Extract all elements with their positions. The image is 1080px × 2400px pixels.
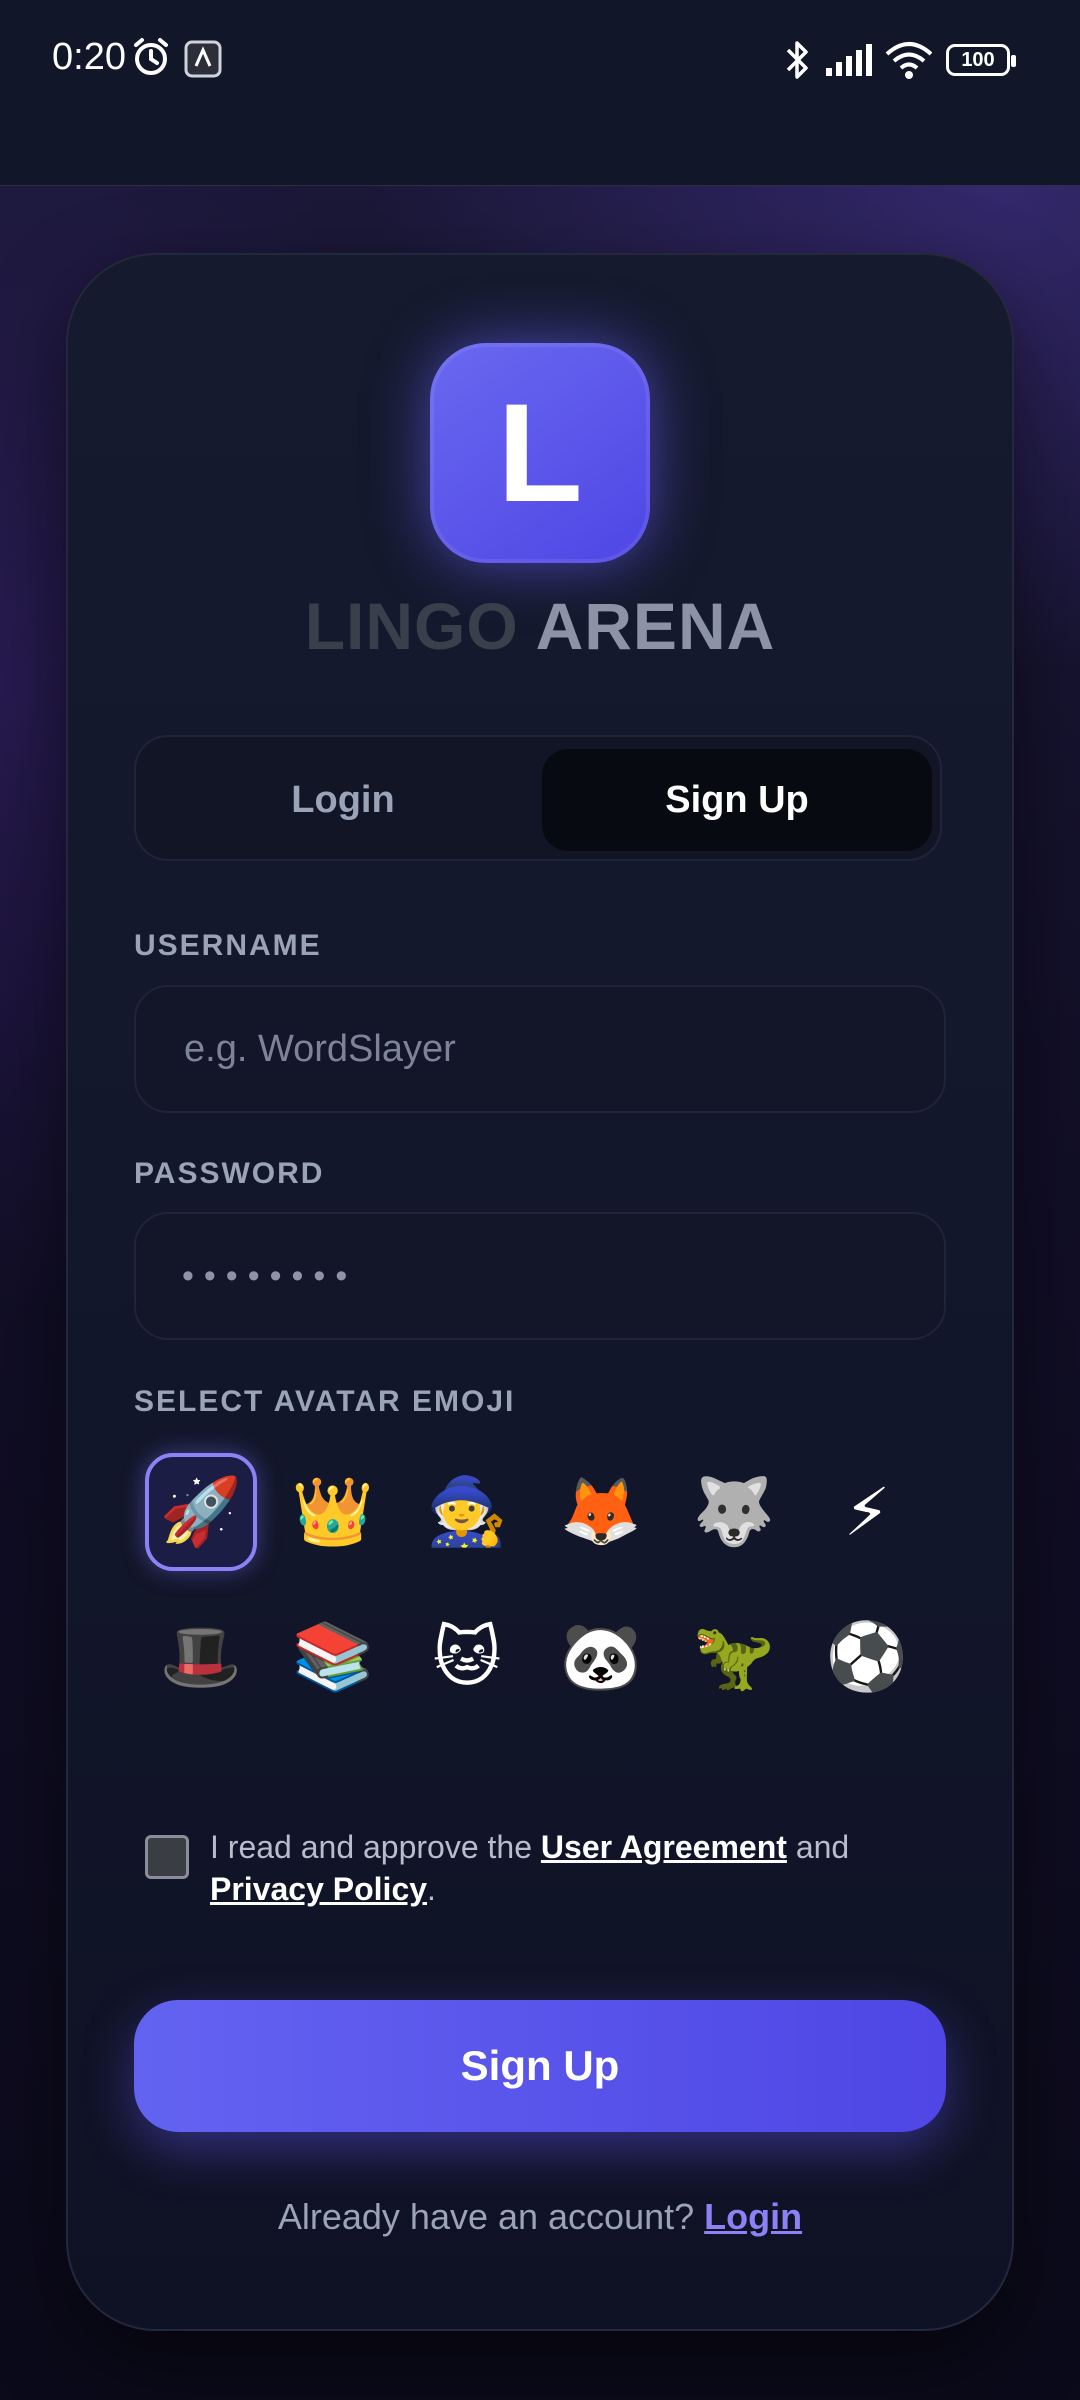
wifi-icon — [885, 42, 933, 79]
avatar-option-cat[interactable]: 🐱 — [411, 1598, 523, 1716]
app-logo: L — [430, 343, 650, 563]
avatar-option-books[interactable]: 📚 — [277, 1598, 389, 1716]
auth-tabs: Login Sign Up — [134, 735, 942, 861]
app-name: LINGO ARENA — [0, 588, 1080, 664]
status-bar: 0:20 100 — [0, 0, 1080, 186]
signup-button[interactable]: Sign Up — [134, 2000, 946, 2132]
avatar-label: SELECT AVATAR EMOJI — [134, 1385, 516, 1418]
tab-signup[interactable]: Sign Up — [542, 749, 932, 851]
avatar-option-panda[interactable]: 🐼 — [545, 1598, 657, 1716]
avatar-option-lightning[interactable]: ⚡ — [811, 1453, 923, 1571]
app-name-part1: LINGO — [304, 589, 519, 663]
logo-letter: L — [497, 374, 583, 531]
avatar-option-fox[interactable]: 🦊 — [545, 1453, 657, 1571]
agreement-checkbox[interactable] — [145, 1835, 189, 1879]
avatar-option-soccer-ball[interactable]: ⚽ — [811, 1598, 923, 1716]
avatar-option-mage[interactable]: 🧙 — [411, 1453, 523, 1571]
agreement-text: I read and approve the User Agreement an… — [210, 1826, 930, 1910]
avatar-option-crown[interactable]: 👑 — [277, 1453, 389, 1571]
password-field[interactable]: •••••••• — [134, 1212, 946, 1340]
username-field[interactable] — [134, 985, 946, 1113]
avatar-option-dinosaur[interactable]: 🦖 — [678, 1598, 790, 1716]
agreement-middle: and — [786, 1829, 850, 1865]
username-input[interactable] — [182, 1026, 944, 1072]
status-time: 0:20 — [52, 36, 126, 78]
footer-prompt: Already have an account? Login — [0, 2196, 1080, 2238]
alarm-icon — [134, 38, 168, 75]
tab-login[interactable]: Login — [148, 749, 538, 851]
password-label: PASSWORD — [134, 1157, 325, 1190]
avatar-option-wolf[interactable]: 🐺 — [678, 1453, 790, 1571]
avatar-option-top-hat[interactable]: 🎩 — [145, 1598, 257, 1716]
footer-text: Already have an account? — [277, 2196, 705, 2237]
agreement-suffix: . — [427, 1871, 436, 1907]
login-link[interactable]: Login — [704, 2196, 802, 2237]
user-agreement-link[interactable]: User Agreement — [541, 1829, 787, 1865]
battery-tip — [1011, 55, 1016, 67]
signal-icon — [826, 44, 872, 76]
privacy-policy-link[interactable]: Privacy Policy — [210, 1871, 427, 1907]
app-name-part2: ARENA — [535, 589, 776, 663]
avatar-option-rocket[interactable]: 🚀 — [145, 1453, 257, 1571]
battery-icon: 100 — [946, 44, 1016, 76]
username-label: USERNAME — [134, 929, 322, 962]
bluetooth-icon — [786, 41, 808, 79]
battery-level: 100 — [961, 48, 995, 71]
password-input[interactable]: •••••••• — [182, 1257, 357, 1296]
app-notification-icon — [184, 40, 222, 78]
agreement-prefix: I read and approve the — [210, 1829, 541, 1865]
